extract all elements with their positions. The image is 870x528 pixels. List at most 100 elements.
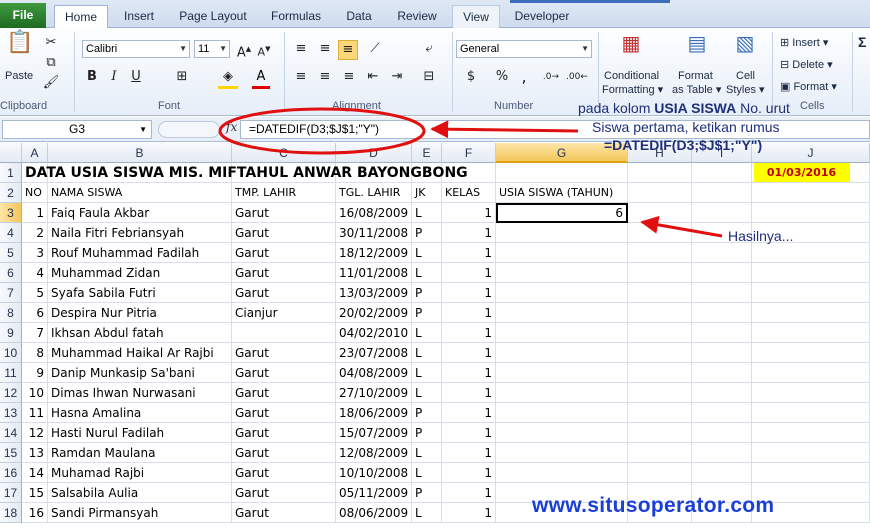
header-tgl[interactable]: TGL. LAHIR <box>336 183 412 203</box>
cell-tmp-lahir[interactable]: Garut <box>232 243 336 263</box>
cell-tgl-lahir[interactable]: 12/08/2009 <box>336 443 412 463</box>
cell-nama[interactable]: Muhammad Zidan <box>48 263 232 283</box>
cell-jk[interactable]: L <box>412 323 442 343</box>
cell-jk[interactable]: L <box>412 343 442 363</box>
cell-tmp-lahir[interactable]: Garut <box>232 363 336 383</box>
cell-kelas[interactable]: 1 <box>442 303 496 323</box>
cell-jk[interactable]: P <box>412 223 442 243</box>
cell-no[interactable]: 12 <box>22 423 48 443</box>
cell-kelas[interactable]: 1 <box>442 203 496 223</box>
cell-tgl-lahir[interactable]: 20/02/2009 <box>336 303 412 323</box>
cell-tgl-lahir[interactable]: 04/08/2009 <box>336 363 412 383</box>
cell-nama[interactable]: Despira Nur Pitria <box>48 303 232 323</box>
cell-tgl-lahir[interactable]: 13/03/2009 <box>336 283 412 303</box>
cell-no[interactable]: 2 <box>22 223 48 243</box>
cell-kelas[interactable]: 1 <box>442 383 496 403</box>
cell-nama[interactable]: Danip Munkasip Sa'bani <box>48 363 232 383</box>
cell-jk[interactable]: P <box>412 483 442 503</box>
cell-no[interactable]: 6 <box>22 303 48 323</box>
cell-tmp-lahir[interactable]: Garut <box>232 463 336 483</box>
cell-nama[interactable]: Syafa Sabila Futri <box>48 283 232 303</box>
header-kelas[interactable]: KELAS <box>442 183 496 203</box>
cell-jk[interactable]: L <box>412 203 442 223</box>
cell-no[interactable]: 7 <box>22 323 48 343</box>
cell-kelas[interactable]: 1 <box>442 263 496 283</box>
cell-tmp-lahir[interactable]: Garut <box>232 223 336 243</box>
cell-tmp-lahir[interactable]: Garut <box>232 483 336 503</box>
cell-kelas[interactable]: 1 <box>442 283 496 303</box>
cell-tmp-lahir[interactable]: Cianjur <box>232 303 336 323</box>
cell-jk[interactable]: L <box>412 243 442 263</box>
cell-nama[interactable]: Ramdan Maulana <box>48 443 232 463</box>
cell-nama[interactable]: Dimas Ihwan Nurwasani <box>48 383 232 403</box>
cell-tmp-lahir[interactable]: Garut <box>232 203 336 223</box>
header-no[interactable]: NO <box>22 183 48 203</box>
cell-tgl-lahir[interactable]: 04/02/2010 <box>336 323 412 343</box>
cell-kelas[interactable]: 1 <box>442 403 496 423</box>
reference-date-cell[interactable]: 01/03/2016 <box>754 163 850 183</box>
cell-jk[interactable]: L <box>412 443 442 463</box>
cell-nama[interactable]: Hasna Amalina <box>48 403 232 423</box>
cell-tmp-lahir[interactable]: Garut <box>232 343 336 363</box>
header-nama[interactable]: NAMA SISWA <box>48 183 232 203</box>
cell-kelas[interactable]: 1 <box>442 243 496 263</box>
cell-tgl-lahir[interactable]: 05/11/2009 <box>336 483 412 503</box>
sheet-title[interactable]: DATA USIA SISWA MIS. MIFTAHUL ANWAR BAYO… <box>22 163 468 183</box>
cell-no[interactable]: 10 <box>22 383 48 403</box>
cell-tgl-lahir[interactable]: 18/06/2009 <box>336 403 412 423</box>
header-usia[interactable]: USIA SISWA (TAHUN) <box>496 183 628 203</box>
cell-tgl-lahir[interactable]: 15/07/2009 <box>336 423 412 443</box>
cell-tmp-lahir[interactable]: Garut <box>232 283 336 303</box>
cell-jk[interactable]: L <box>412 263 442 283</box>
cell-jk[interactable]: L <box>412 463 442 483</box>
cell-tmp-lahir[interactable]: Garut <box>232 503 336 523</box>
cell-tgl-lahir[interactable]: 11/01/2008 <box>336 263 412 283</box>
cell-nama[interactable]: Rouf Muhammad Fadilah <box>48 243 232 263</box>
cell-nama[interactable]: Salsabila Aulia <box>48 483 232 503</box>
cell-jk[interactable]: L <box>412 383 442 403</box>
header-jk[interactable]: JK <box>412 183 442 203</box>
cell-nama[interactable]: Hasti Nurul Fadilah <box>48 423 232 443</box>
cell-kelas[interactable]: 1 <box>442 363 496 383</box>
cell-tmp-lahir[interactable]: Garut <box>232 403 336 423</box>
header-tmp[interactable]: TMP. LAHIR <box>232 183 336 203</box>
cell-no[interactable]: 3 <box>22 243 48 263</box>
cell-kelas[interactable]: 1 <box>442 343 496 363</box>
cell-kelas[interactable]: 1 <box>442 323 496 343</box>
cell-kelas[interactable]: 1 <box>442 503 496 523</box>
cell-tgl-lahir[interactable]: 10/10/2008 <box>336 463 412 483</box>
cell-nama[interactable]: Muhammad Haikal Ar Rajbi <box>48 343 232 363</box>
cell-nama[interactable]: Ikhsan Abdul fatah <box>48 323 232 343</box>
cell-jk[interactable]: L <box>412 503 442 523</box>
cell-tgl-lahir[interactable]: 18/12/2009 <box>336 243 412 263</box>
cell-no[interactable]: 8 <box>22 343 48 363</box>
cell-tgl-lahir[interactable]: 27/10/2009 <box>336 383 412 403</box>
cell-no[interactable]: 16 <box>22 503 48 523</box>
cell-nama[interactable]: Faiq Faula Akbar <box>48 203 232 223</box>
cell-kelas[interactable]: 1 <box>442 423 496 443</box>
cell-no[interactable]: 1 <box>22 203 48 223</box>
cell-no[interactable]: 4 <box>22 263 48 283</box>
cell-nama[interactable]: Muhamad Rajbi <box>48 463 232 483</box>
cell-no[interactable]: 11 <box>22 403 48 423</box>
active-cell-g3[interactable]: 6 <box>496 203 628 223</box>
cell-tmp-lahir[interactable]: Garut <box>232 423 336 443</box>
cell-no[interactable]: 9 <box>22 363 48 383</box>
cell-no[interactable]: 15 <box>22 483 48 503</box>
cell-tgl-lahir[interactable]: 30/11/2008 <box>336 223 412 243</box>
cell-tmp-lahir[interactable]: Garut <box>232 383 336 403</box>
cell-kelas[interactable]: 1 <box>442 463 496 483</box>
cell-jk[interactable]: P <box>412 303 442 323</box>
cell-nama[interactable]: Naila Fitri Febriansyah <box>48 223 232 243</box>
cell-kelas[interactable]: 1 <box>442 483 496 503</box>
cell-tgl-lahir[interactable]: 23/07/2008 <box>336 343 412 363</box>
cell-tmp-lahir[interactable]: Garut <box>232 443 336 463</box>
cell-tgl-lahir[interactable]: 08/06/2009 <box>336 503 412 523</box>
cell-tmp-lahir[interactable] <box>232 323 336 343</box>
cell-tmp-lahir[interactable]: Garut <box>232 263 336 283</box>
cell-kelas[interactable]: 1 <box>442 443 496 463</box>
cell-kelas[interactable]: 1 <box>442 223 496 243</box>
cell-jk[interactable]: L <box>412 363 442 383</box>
cell-jk[interactable]: P <box>412 283 442 303</box>
cell-no[interactable]: 5 <box>22 283 48 303</box>
